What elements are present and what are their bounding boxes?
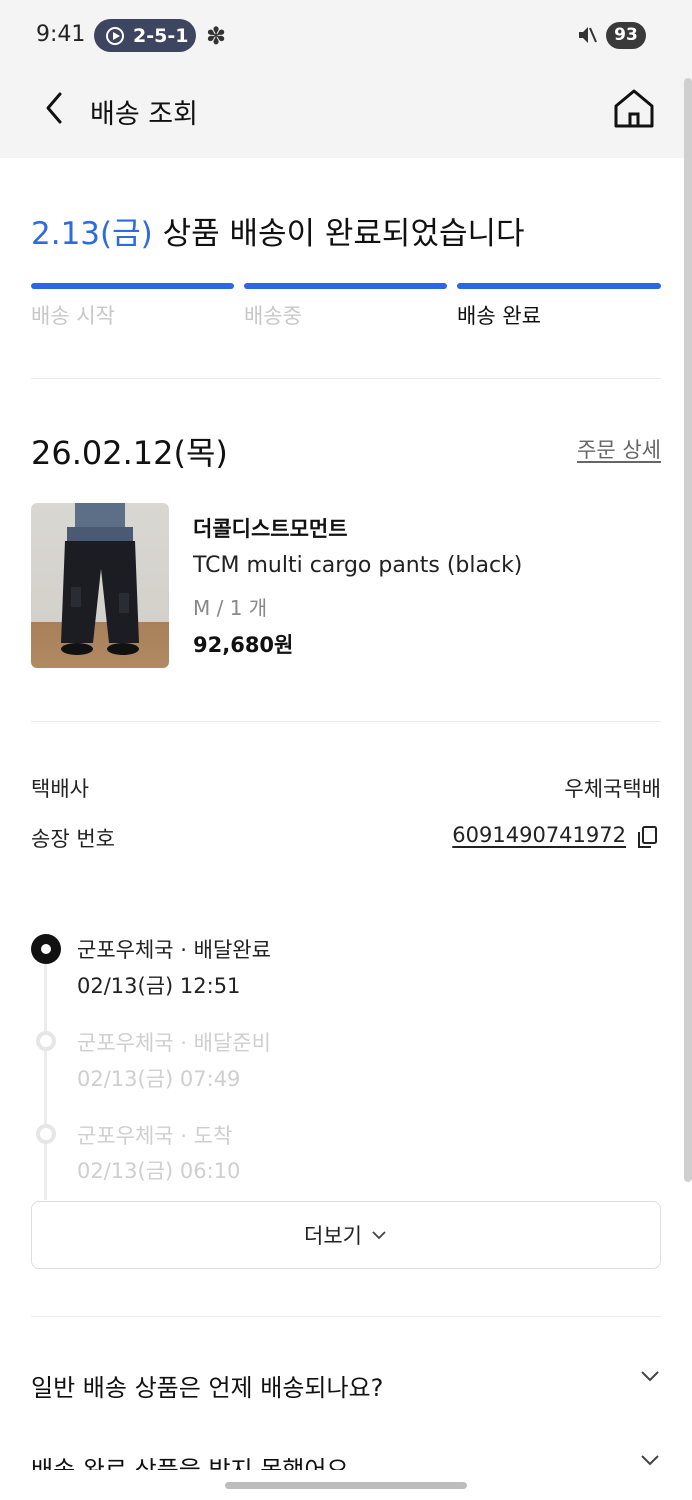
- home-indicator[interactable]: [225, 1482, 467, 1489]
- faq-question[interactable]: 배송 완료 상품을 받지 못했어요: [31, 1450, 349, 1470]
- home-icon[interactable]: [612, 86, 656, 130]
- media-pill[interactable]: 2-5-1: [94, 19, 196, 52]
- scrollbar[interactable]: [684, 78, 692, 1182]
- product-image[interactable]: [31, 503, 169, 668]
- more-button-label: 더보기: [304, 1224, 362, 1248]
- timeline-item-time: 02/13(금) 06:10: [77, 1159, 241, 1183]
- order-date: 26.02.12(목): [31, 434, 228, 472]
- divider: [31, 1316, 661, 1317]
- progress-segment-1: [31, 283, 234, 289]
- product-price: 92,680원: [193, 633, 294, 657]
- chevron-down-icon[interactable]: [638, 1448, 662, 1472]
- product-name[interactable]: TCM multi cargo pants (black): [193, 553, 522, 578]
- copy-icon[interactable]: [636, 825, 658, 849]
- faq-item-clipped: 배송 완료 상품을 받지 못했어요: [0, 1440, 692, 1470]
- delivery-headline: 2.13(금) 상품 배송이 완료되었습니다: [31, 208, 525, 253]
- app-header: 배송 조회: [0, 72, 692, 158]
- status-bar: 9:41 2-5-1 ✽ 93: [0, 0, 692, 72]
- tracking-label: 송장 번호: [31, 827, 115, 851]
- order-detail-link[interactable]: 주문 상세: [577, 434, 661, 464]
- chevron-left-icon[interactable]: [38, 86, 74, 130]
- progress-label-in-transit: 배송중: [244, 304, 302, 328]
- delivery-date: 2.13(금): [31, 216, 153, 252]
- media-pill-label: 2-5-1: [133, 24, 189, 47]
- page-title: 배송 조회: [90, 99, 198, 130]
- progress-label-complete: 배송 완료: [457, 304, 541, 328]
- faq-question[interactable]: 일반 배송 상품은 언제 배송되나요?: [31, 1368, 383, 1403]
- timeline-dot-current: [31, 934, 61, 964]
- tracking-number[interactable]: 6091490741972: [452, 823, 626, 847]
- progress-label-start: 배송 시작: [31, 304, 115, 328]
- timeline-item-title: 군포우체국 · 배달준비: [77, 1031, 271, 1055]
- courier-value: 우체국택배: [564, 777, 661, 801]
- timeline-dot: [36, 1031, 56, 1051]
- timeline-item-time: 02/13(금) 12:51: [77, 974, 241, 998]
- timeline-dot: [36, 1124, 56, 1144]
- play-icon: [106, 26, 124, 45]
- divider: [31, 721, 661, 722]
- timeline-item-title: 군포우체국 · 배달완료: [77, 938, 271, 962]
- status-time: 9:41: [36, 22, 86, 47]
- product-brand: 더콜디스트모먼트: [193, 517, 348, 541]
- product-option: M / 1 개: [193, 596, 268, 620]
- delivery-message: 상품 배송이 완료되었습니다: [152, 216, 525, 252]
- battery-indicator: 93: [606, 22, 646, 49]
- timeline-line: [44, 950, 47, 1200]
- divider: [31, 378, 661, 379]
- timeline-item-title: 군포우체국 · 도착: [77, 1124, 233, 1148]
- progress-segment-2: [244, 283, 447, 289]
- courier-label: 택배사: [31, 777, 89, 801]
- mute-icon: [579, 27, 597, 43]
- progress-segment-3: [457, 283, 661, 289]
- flower-icon: ✽: [206, 22, 227, 50]
- chevron-down-icon[interactable]: [638, 1364, 662, 1388]
- timeline-item-time: 02/13(금) 07:49: [77, 1067, 241, 1091]
- more-button[interactable]: 더보기: [31, 1201, 661, 1269]
- chevron-down-icon: [372, 1231, 386, 1240]
